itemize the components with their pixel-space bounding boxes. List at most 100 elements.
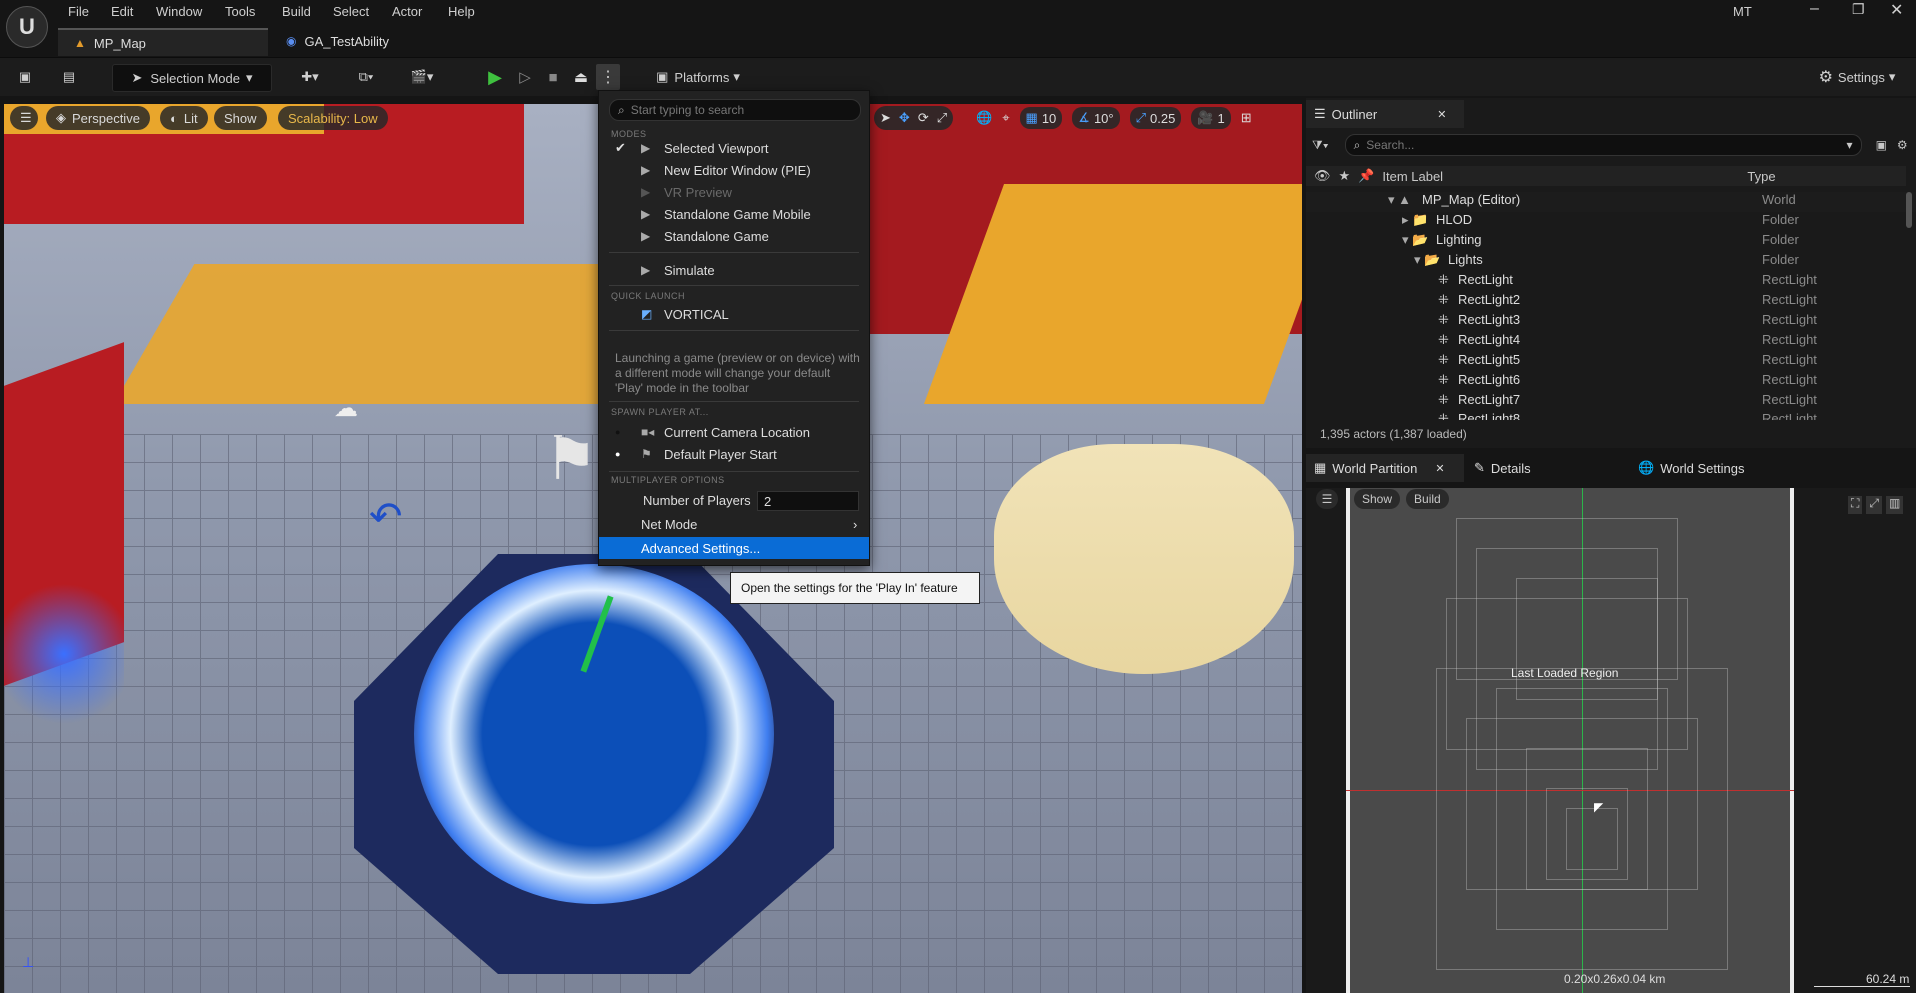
grid-snap-toggle[interactable]: ▦ 10 (1019, 107, 1063, 129)
add-folder-icon[interactable]: ▣ (1876, 138, 1887, 152)
surface-snap-icon[interactable]: ⌖ (1002, 110, 1009, 126)
play-icon[interactable]: ▶ (482, 64, 508, 90)
blueprint-menu-icon[interactable]: ⧉▾ (346, 64, 386, 90)
platforms-button[interactable]: ▣ Platforms ▾ (650, 64, 746, 90)
scalability-button[interactable]: Scalability: Low (278, 106, 388, 130)
minimize-icon[interactable]: – (1810, 0, 1819, 18)
menu-actor[interactable]: Actor (392, 4, 422, 19)
close-icon[interactable]: ✕ (1435, 462, 1444, 475)
user-initials[interactable]: MT (1733, 4, 1752, 19)
menu-select[interactable]: Select (333, 4, 369, 19)
visibility-icon[interactable]: 👁 (1314, 168, 1331, 184)
spawn-default-player-start[interactable]: ● ⚑ Default Player Start (599, 443, 869, 465)
close-window-icon[interactable]: ✕ (1890, 0, 1903, 20)
mode-selected-viewport[interactable]: ✔ ▶ Selected Viewport (599, 137, 869, 159)
lit-button[interactable]: ◐ Lit (160, 106, 208, 130)
viewport-menu-icon[interactable]: ☰ (10, 106, 38, 130)
net-mode-submenu[interactable]: Net Mode › (599, 513, 869, 535)
scale-snap-toggle[interactable]: ⤢ 0.25 (1129, 107, 1182, 129)
outliner-scrollbar[interactable] (1906, 192, 1912, 228)
camera-speed-button[interactable]: 🎥 1 (1191, 107, 1231, 129)
tab-label: MP_Map (93, 35, 146, 51)
world-local-icon[interactable]: 🌐 (976, 110, 992, 126)
outliner-row[interactable]: ⁜ RectLight3 RectLight (1306, 312, 1916, 332)
wp-build-button[interactable]: Build (1406, 489, 1449, 509)
col-item-label[interactable]: Item Label (1382, 169, 1747, 184)
rotate-tool-icon[interactable]: ⟳ (918, 110, 929, 126)
quick-launch-vortical[interactable]: ◩ VORTICAL (599, 303, 869, 325)
gear-icon[interactable]: ⚙ (1897, 138, 1908, 152)
tab-label: GA_TestAbility (304, 33, 390, 49)
menu-help[interactable]: Help (448, 4, 475, 19)
step-frame-icon[interactable]: ▷ (512, 64, 538, 90)
menu-tools[interactable]: Tools (225, 4, 255, 19)
outliner-search-input[interactable]: ⌕ Search... ▾ (1344, 134, 1862, 156)
outliner-row[interactable]: ⁜ RectLight7 RectLight (1306, 392, 1916, 412)
selection-mode-dropdown[interactable]: ➤ Selection Mode ▾ (112, 64, 272, 92)
play-options-kebab-icon[interactable]: ⋮ (596, 64, 620, 90)
map-view-buttons: ⛶ ⤢ ▥ (1848, 496, 1908, 514)
advanced-settings-item[interactable]: Advanced Settings... (599, 537, 869, 559)
eject-icon[interactable]: ⏏ (568, 64, 594, 90)
show-button[interactable]: Show (214, 106, 267, 130)
tab-details[interactable]: ✎ Details (1474, 454, 1574, 482)
pin-icon[interactable]: 📌 (1358, 168, 1374, 184)
map-left-boundary (1346, 488, 1350, 993)
spawn-current-camera[interactable]: ● ■◂ Current Camera Location (599, 421, 869, 443)
tab-ga-testability[interactable]: ◉ GA_TestAbility (282, 28, 482, 54)
unreal-logo-icon[interactable]: U (6, 6, 48, 48)
outliner-row[interactable]: ⁜ RectLight6 RectLight (1306, 372, 1916, 392)
world-partition-map[interactable]: Last Loaded Region ◤ 0.20x0.26x0.04 km (1346, 488, 1794, 993)
scale-tool-icon[interactable]: ⤢ (937, 110, 947, 126)
cinematics-icon[interactable]: 🎬▾ (402, 64, 442, 90)
tab-world-settings[interactable]: 🌐 World Settings (1638, 454, 1768, 482)
num-players-input[interactable]: 2 (757, 491, 859, 511)
stop-icon[interactable]: ■ (540, 64, 566, 90)
restore-icon[interactable]: ❐ (1852, 1, 1865, 18)
outliner-row[interactable]: ▾ 📂 Lighting Folder (1306, 232, 1916, 252)
outliner-row[interactable]: ▾ ▲ MP_Map (Editor) World (1306, 192, 1916, 212)
menu-edit[interactable]: Edit (111, 4, 133, 19)
filter-icon[interactable]: ⧩▾ (1312, 138, 1329, 153)
view-expand-icon[interactable]: ⤢ (1866, 496, 1883, 514)
play-menu-search[interactable]: ⌕ Start typing to search (609, 99, 861, 121)
row-label: RectLight6 (1458, 372, 1521, 387)
menu-build[interactable]: Build (282, 4, 311, 19)
content-browser-icon[interactable]: ▤ (56, 64, 82, 90)
tab-world-partition[interactable]: ▦ World Partition ✕ (1306, 454, 1464, 482)
mode-new-editor-window[interactable]: ▶ New Editor Window (PIE) (599, 159, 869, 181)
mode-vr-preview[interactable]: ▶ VR Preview (599, 181, 869, 203)
outliner-row[interactable]: ⁜ RectLight8 RectLight (1306, 412, 1916, 420)
mode-label: Standalone Game (664, 228, 769, 244)
tab-outliner[interactable]: ☰ Outliner ✕ (1306, 100, 1464, 128)
perspective-button[interactable]: ◈ Perspective (46, 106, 150, 130)
view-stats-icon[interactable]: ▥ (1886, 496, 1904, 514)
mode-standalone-game[interactable]: ▶ Standalone Game (599, 225, 869, 247)
close-icon[interactable]: ✕ (1437, 108, 1446, 121)
add-actor-icon[interactable]: ✚▾ (290, 64, 330, 90)
star-icon[interactable]: ★ (1339, 168, 1351, 184)
tab-mp-map[interactable]: ▲ MP_Map (58, 28, 268, 56)
layout-icon[interactable]: ⊞ (1241, 110, 1252, 126)
select-tool-icon[interactable]: ➤ (880, 110, 891, 126)
menu-icon[interactable]: ☰ (1316, 489, 1338, 509)
outliner-row[interactable]: ⁜ RectLight2 RectLight (1306, 292, 1916, 312)
menu-file[interactable]: File (68, 4, 89, 19)
outliner-row[interactable]: ⁜ RectLight4 RectLight (1306, 332, 1916, 352)
mode-standalone-mobile[interactable]: ▶ Standalone Game Mobile (599, 203, 869, 225)
map-scale-label: 60.24 m (1866, 972, 1910, 986)
outliner-row[interactable]: ▾ 📂 Lights Folder (1306, 252, 1916, 272)
simulate-item[interactable]: ▶ Simulate (599, 259, 869, 281)
wp-show-button[interactable]: Show (1354, 489, 1401, 509)
rotation-snap-toggle[interactable]: ∡ 10° (1072, 107, 1120, 129)
view-fit-icon[interactable]: ⛶ (1848, 496, 1863, 514)
translate-tool-icon[interactable]: ✥ (899, 110, 910, 126)
save-icon[interactable]: ▣ (12, 64, 38, 90)
outliner-row[interactable]: ▸ 📁 HLOD Folder (1306, 212, 1916, 232)
outliner-row[interactable]: ⁜ RectLight5 RectLight (1306, 352, 1916, 372)
main-toolbar (0, 57, 1916, 96)
menu-window[interactable]: Window (156, 4, 202, 19)
settings-button[interactable]: ⚙ Settings ▾ (1810, 64, 1904, 90)
outliner-row[interactable]: ⁜ RectLight RectLight (1306, 272, 1916, 292)
col-type[interactable]: Type (1747, 169, 1775, 184)
